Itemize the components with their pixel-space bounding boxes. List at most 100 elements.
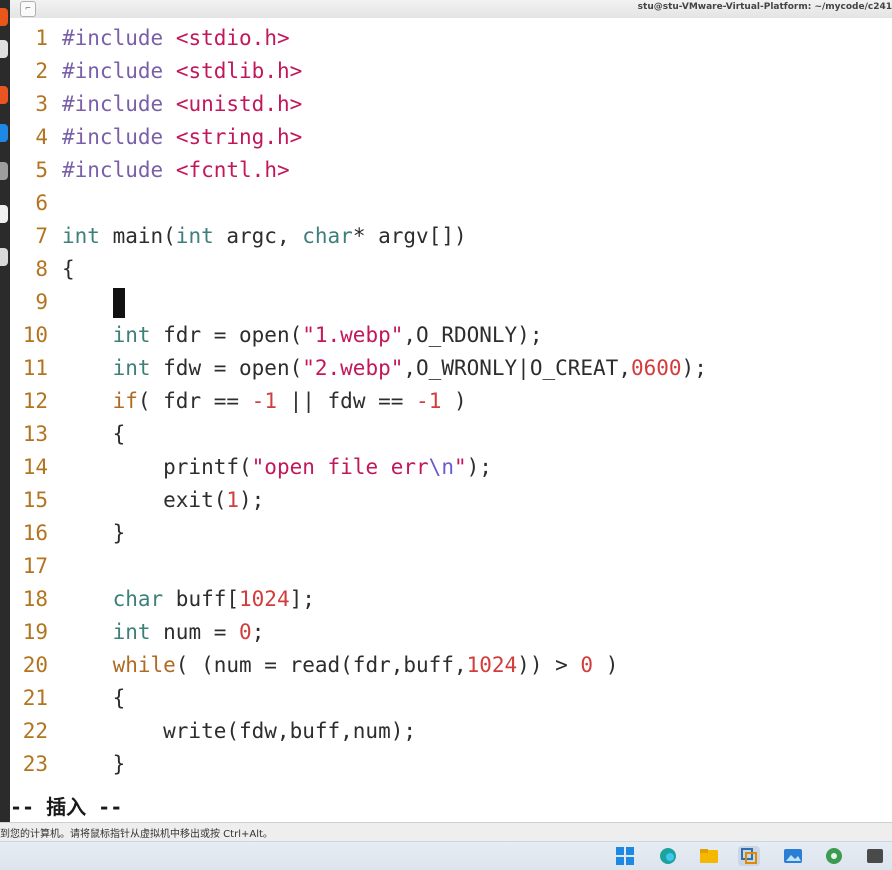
code-token: #include [62, 125, 164, 149]
code-token: int [175, 224, 214, 248]
file-explorer-icon[interactable] [698, 846, 720, 866]
code-token: char [302, 224, 353, 248]
code-line[interactable]: 11 int fdw = open("2.webp",O_WRONLY|O_CR… [10, 352, 890, 385]
line-number: 20 [22, 653, 48, 677]
line-number: 22 [22, 719, 48, 743]
code-line[interactable]: 2 #include <stdlib.h> [10, 55, 890, 88]
code-token: <stdlib.h> [175, 59, 303, 83]
code-text: int fdw = open("2.webp",O_WRONLY|O_CREAT… [62, 352, 707, 385]
code-token: } [62, 752, 126, 776]
code-token: int [112, 620, 151, 644]
code-token: " [453, 455, 467, 479]
window-menu-icon[interactable]: ⌐ [20, 1, 36, 17]
edge-browser-icon[interactable] [657, 846, 679, 866]
app-icon[interactable] [864, 846, 886, 866]
code-line[interactable]: 4 #include <string.h> [10, 121, 890, 154]
code-line[interactable]: 10 int fdr = open("1.webp",O_RDONLY); [10, 319, 890, 352]
code-line[interactable]: 15 exit(1); [10, 484, 890, 517]
code-token: char [112, 587, 164, 611]
line-number: 7 [35, 224, 48, 248]
code-text: #include <string.h> [62, 121, 302, 154]
code-line[interactable]: 12 if( fdr == -1 || fdw == -1 ) [10, 385, 890, 418]
code-token: fdr = open( [150, 323, 303, 347]
code-line[interactable]: 20 while( (num = read(fdr,buff,1024)) > … [10, 649, 890, 682]
code-line[interactable]: 14 printf("open file err\n"); [10, 451, 890, 484]
line-number: 4 [35, 125, 48, 149]
dock-app-icon[interactable] [0, 162, 8, 180]
code-line[interactable]: 5 #include <fcntl.h> [10, 154, 890, 187]
photos-icon[interactable] [782, 846, 804, 866]
line-number: 12 [22, 389, 48, 413]
line-number: 18 [22, 587, 48, 611]
vim-editor[interactable]: -- 插入 -- 1 #include <stdio.h> 2 #include <s… [10, 18, 892, 822]
ubuntu-dock [0, 0, 10, 822]
terminal-titlebar: ⌐ stu@stu-VMware-Virtual-Platform: ~/myc… [10, 0, 892, 19]
vmware-icon[interactable] [738, 846, 760, 866]
dock-app-icon[interactable] [0, 40, 8, 58]
code-line[interactable]: 1 #include <stdio.h> [10, 22, 890, 55]
code-token: fdw = open( [150, 356, 303, 380]
code-token: ); [239, 488, 265, 512]
code-token: num = [150, 620, 240, 644]
code-line[interactable]: 9 [10, 286, 890, 319]
code-line[interactable]: 23 } [10, 748, 890, 781]
code-token: int [112, 323, 151, 347]
line-number: 21 [22, 686, 48, 710]
code-text: } [62, 517, 126, 550]
code-token: <fcntl.h> [175, 158, 290, 182]
code-token: 0600 [630, 356, 682, 380]
code-text: { [62, 418, 126, 451]
code-line[interactable]: 22 write(fdw,buff,num); [10, 715, 890, 748]
code-token: ]; [289, 587, 315, 611]
dock-app-icon[interactable] [0, 86, 8, 104]
code-text: #include <stdio.h> [62, 22, 290, 55]
dock-app-icon[interactable] [0, 8, 8, 26]
code-token: 0 [239, 620, 252, 644]
control-panel-icon[interactable] [823, 846, 845, 866]
code-line[interactable]: 19 int num = 0; [10, 616, 890, 649]
code-token: { [62, 422, 126, 446]
code-text: int fdr = open("1.webp",O_RDONLY); [62, 319, 543, 352]
windows-start-icon[interactable] [614, 846, 636, 866]
line-number: 3 [35, 92, 48, 116]
code-text: while( (num = read(fdr,buff,1024)) > 0 ) [62, 649, 619, 682]
code-token: #include [62, 26, 164, 50]
code-line[interactable]: 6 [10, 187, 890, 220]
code-text: #include <unistd.h> [62, 88, 302, 121]
code-token: -1 [416, 389, 442, 413]
code-token: main( [99, 224, 176, 248]
code-token: )) > [517, 653, 581, 677]
code-line[interactable]: 13 { [10, 418, 890, 451]
code-token: <unistd.h> [175, 92, 303, 116]
code-line[interactable]: 7 int main(int argc, char* argv[]) [10, 220, 890, 253]
code-line[interactable]: 16 } [10, 517, 890, 550]
code-token: ( (num = read(fdr,buff, [175, 653, 467, 677]
text-cursor [112, 288, 125, 318]
code-text: { [62, 253, 75, 286]
code-text: int main(int argc, char* argv[]) [62, 220, 467, 253]
dock-app-icon[interactable] [0, 124, 8, 142]
code-token: 0 [580, 653, 594, 677]
code-text [62, 286, 125, 319]
code-token: "1.webp" [302, 323, 404, 347]
code-token: #include [62, 92, 164, 116]
dock-app-icon[interactable] [0, 205, 8, 223]
code-line[interactable]: 18 char buff[1024]; [10, 583, 890, 616]
code-text: write(fdw,buff,num); [62, 715, 416, 748]
code-line[interactable]: 21 { [10, 682, 890, 715]
code-line[interactable]: 17 [10, 550, 890, 583]
code-token: int [62, 224, 100, 248]
code-line[interactable]: 8{ [10, 253, 890, 286]
code-line[interactable]: 3 #include <unistd.h> [10, 88, 890, 121]
dock-app-icon[interactable] [0, 248, 8, 266]
code-text: } [62, 748, 126, 781]
line-number: 8 [35, 257, 48, 281]
code-token: "2.webp" [302, 356, 404, 380]
